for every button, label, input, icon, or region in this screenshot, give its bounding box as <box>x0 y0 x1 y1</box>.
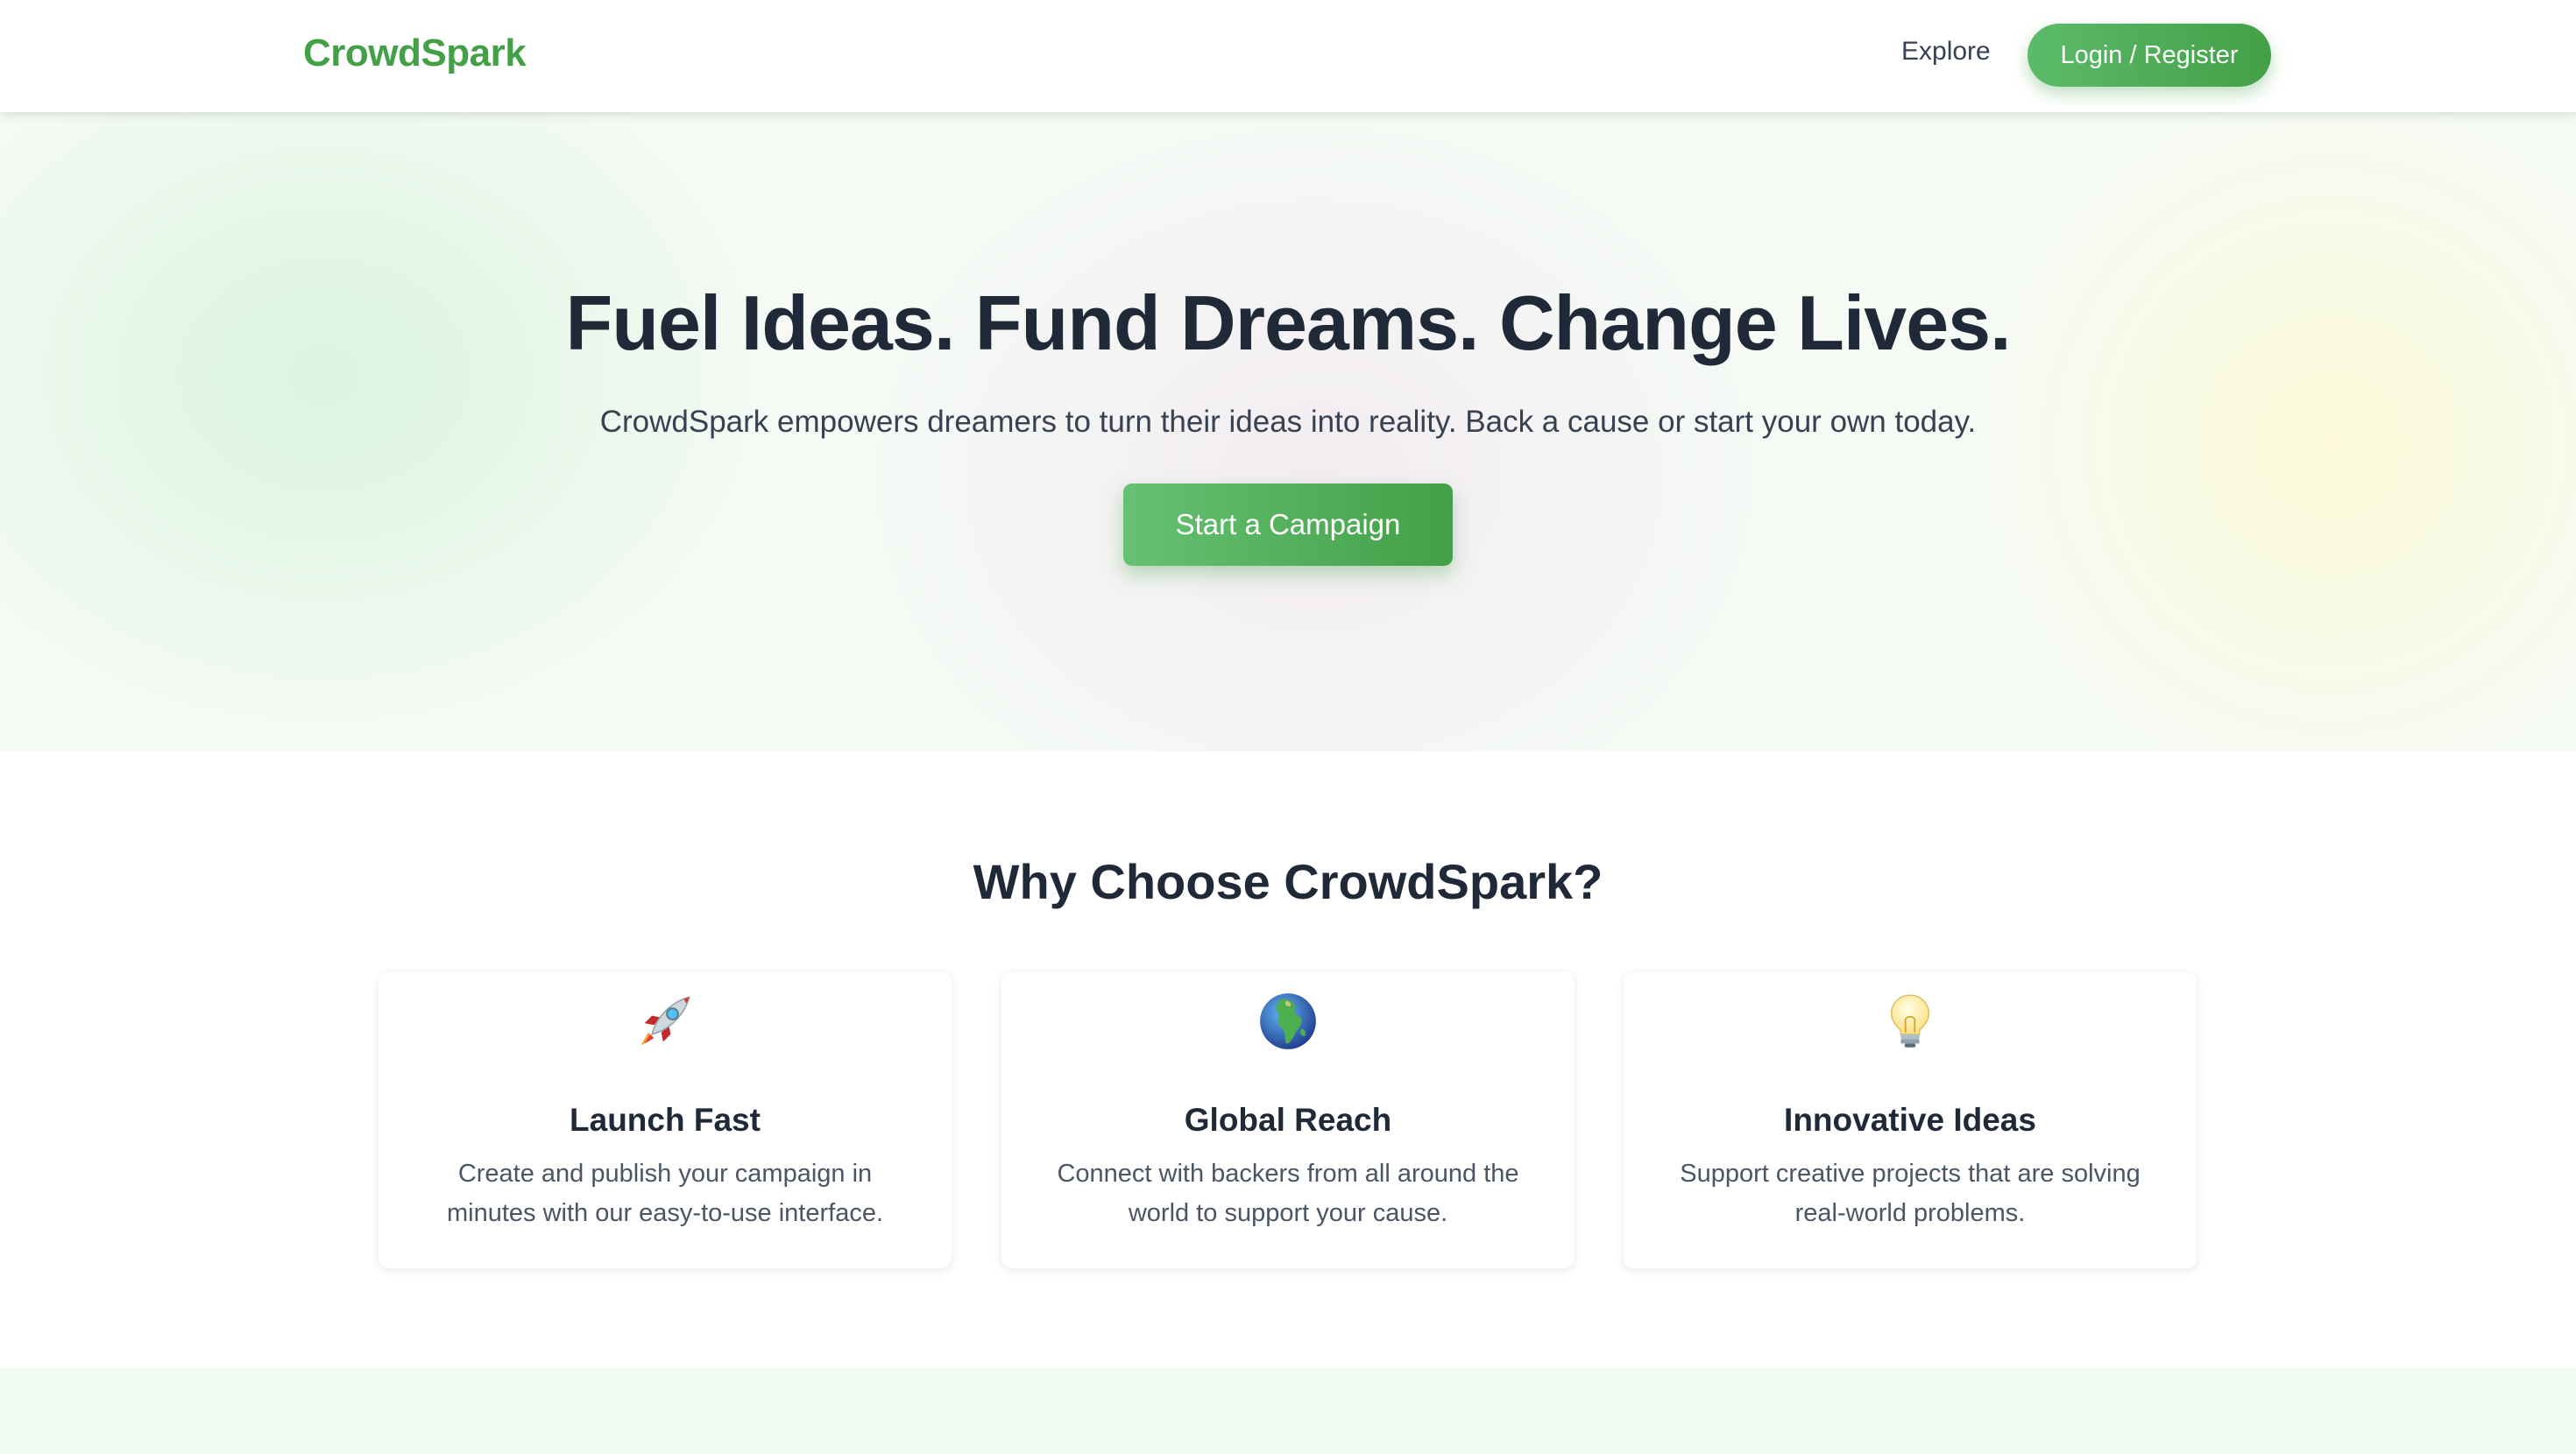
feature-card-description: Connect with backers from all around the… <box>1057 1160 1519 1227</box>
lightbulb-icon <box>1624 992 2197 1051</box>
next-section-band <box>0 1368 2576 1454</box>
feature-card-title: Global Reach <box>1184 1102 1392 1138</box>
feature-card-description: Support creative projects that are solvi… <box>1680 1160 2141 1227</box>
feature-card-innovative-ideas: Innovative Ideas Support creative projec… <box>1624 972 2197 1268</box>
feature-card-global-reach: Global Reach Connect with backers from a… <box>1001 972 1575 1268</box>
features-section: Why Choose CrowdSpark? Launch Fast Creat… <box>0 752 2576 1368</box>
feature-card-launch-fast: Launch Fast Create and publish your camp… <box>379 972 952 1268</box>
feature-card-title: Innovative Ideas <box>1784 1102 2036 1138</box>
feature-card-description: Create and publish your campaign in minu… <box>446 1160 884 1227</box>
feature-card-title: Launch Fast <box>570 1102 761 1138</box>
hero-title: Fuel Ideas. Fund Dreams. Change Lives. <box>565 279 2011 366</box>
nav-explore-link[interactable]: Explore <box>1901 37 1991 67</box>
login-register-button[interactable]: Login / Register <box>2028 24 2271 87</box>
hero-section: Fuel Ideas. Fund Dreams. Change Lives. C… <box>0 112 2576 752</box>
hero-subtitle: CrowdSpark empowers dreamers to turn the… <box>599 405 1977 439</box>
rocket-icon <box>379 992 952 1051</box>
brand-logo[interactable]: CrowdSpark <box>303 32 527 75</box>
start-campaign-button[interactable]: Start a Campaign <box>1123 483 1453 566</box>
globe-icon <box>1001 992 1575 1051</box>
top-navbar: CrowdSpark Explore Login / Register <box>0 0 2576 112</box>
features-title: Why Choose CrowdSpark? <box>973 854 1603 909</box>
